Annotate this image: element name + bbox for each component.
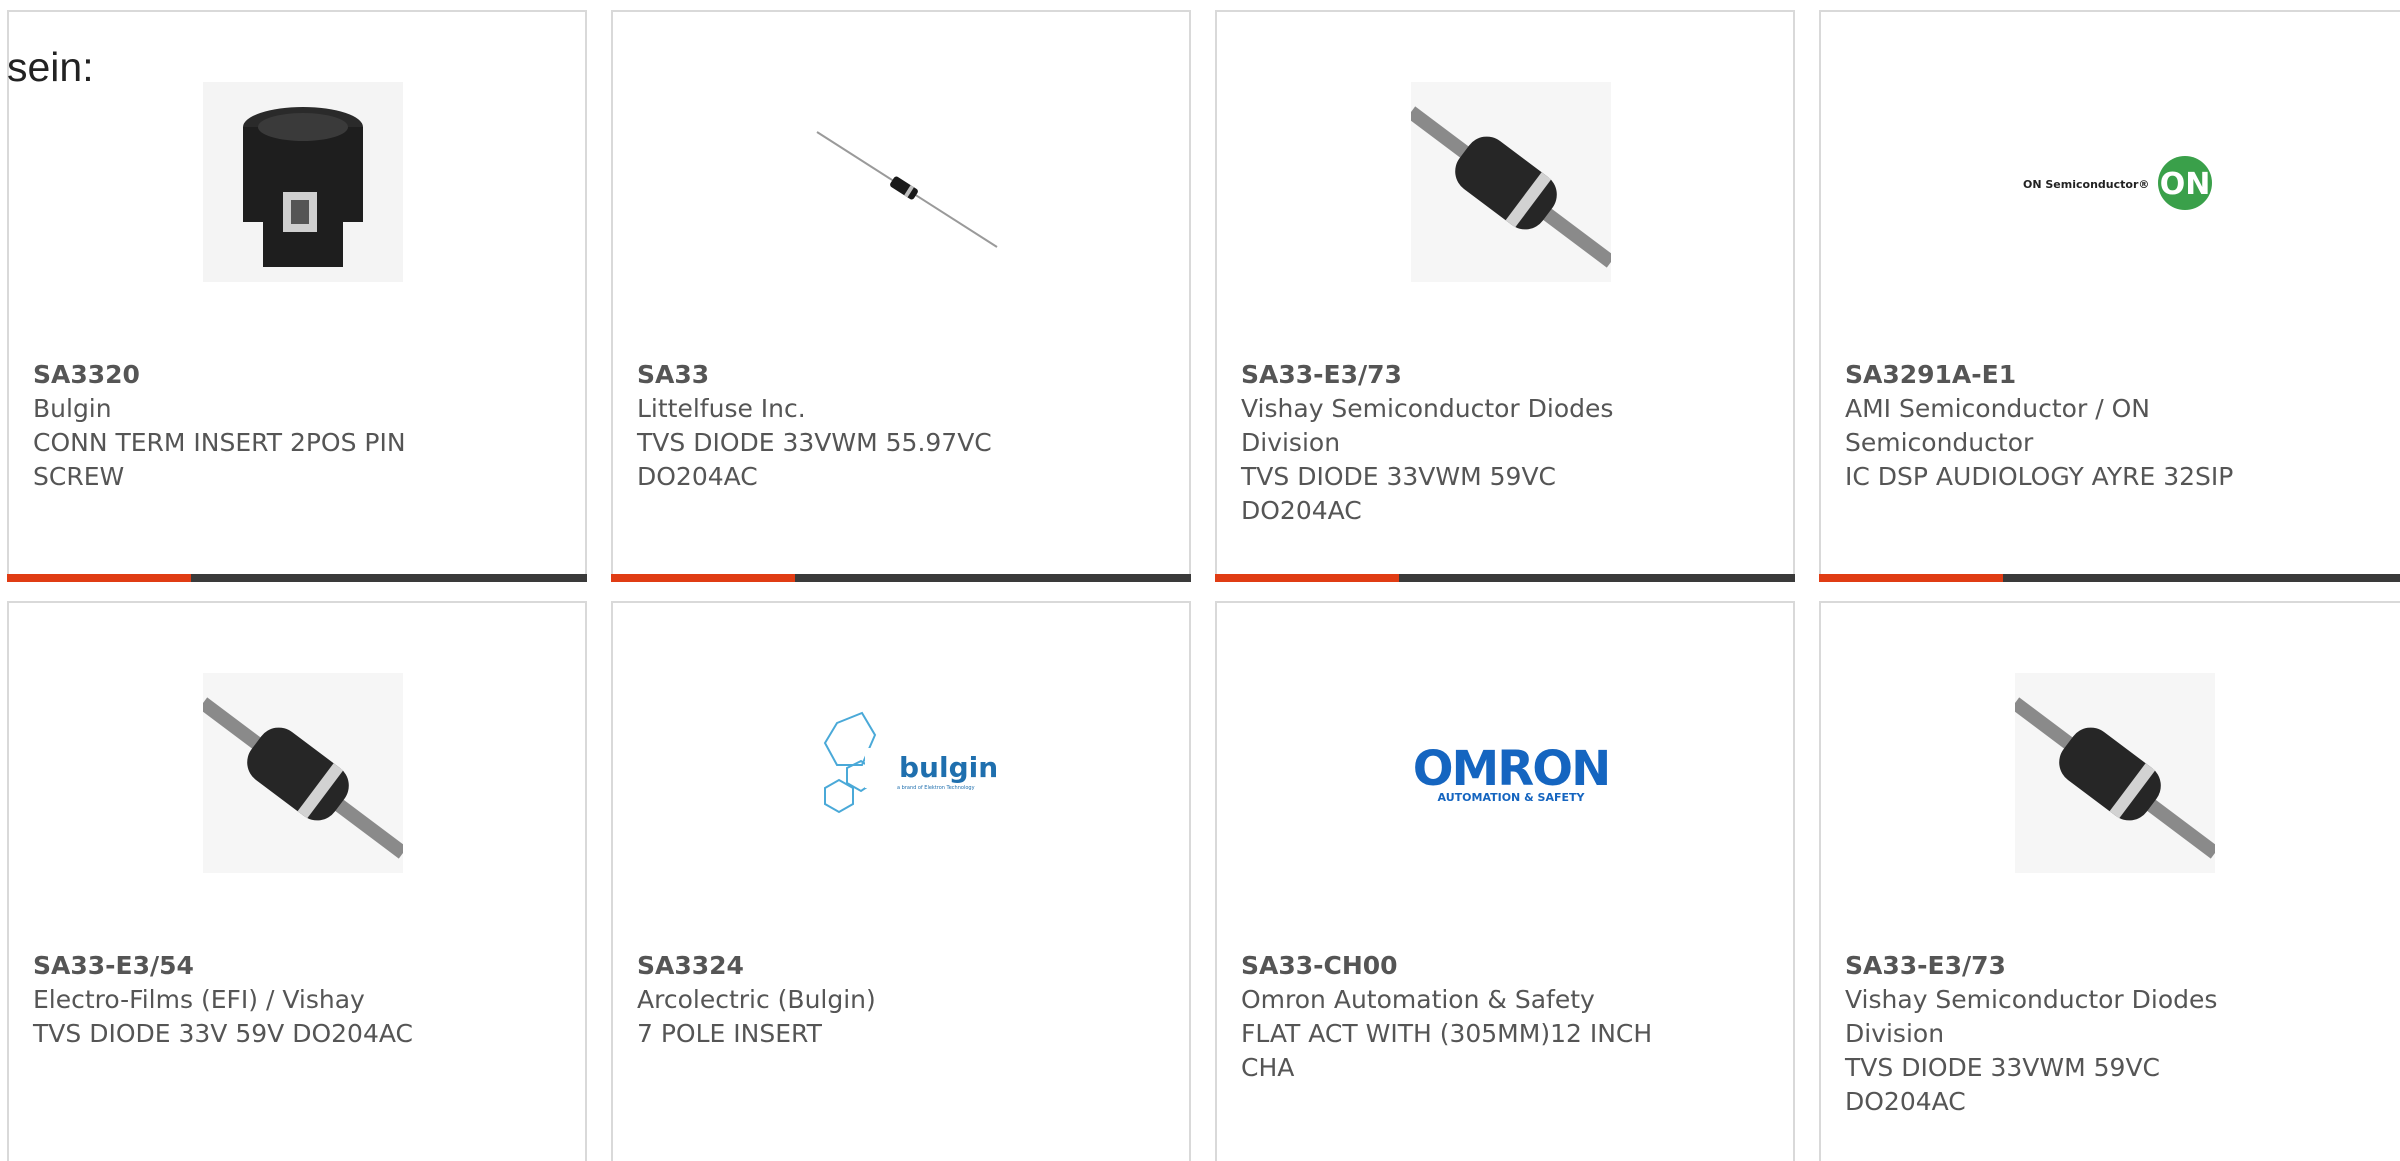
product-info: SA33-E3/54 Electro-Films (EFI) / Vishay … (33, 949, 453, 1051)
description: TVS DIODE 33VWM 59VC DO204AC (1241, 462, 1557, 525)
card-bar (1215, 574, 1795, 582)
manufacturer: Omron Automation & Safety (1241, 985, 1595, 1014)
product-info: SA3291A-E1 AMI Semiconductor / ON Semico… (1845, 358, 2265, 494)
card-bar (7, 574, 587, 582)
card-bar-accent (1215, 574, 1399, 582)
product-card[interactable]: SA33 Littelfuse Inc. TVS DIODE 33VWM 55.… (611, 10, 1191, 582)
part-number[interactable]: SA33-E3/54 (33, 949, 453, 983)
axial-diode-icon (1411, 82, 1611, 282)
card-bar (1819, 574, 2400, 582)
product-info: SA33-CH00 Omron Automation & Safety FLAT… (1241, 949, 1661, 1085)
product-card[interactable]: bulgin a brand of Elektron Technology SA… (611, 601, 1191, 1161)
card-bar-accent (1819, 574, 2003, 582)
product-card[interactable]: SA33-E3/73 Vishay Semiconductor Diodes D… (1819, 601, 2400, 1161)
manufacturer: Arcolectric (Bulgin) (637, 985, 876, 1014)
description: 7 POLE INSERT (637, 1019, 822, 1048)
product-info: SA33 Littelfuse Inc. TVS DIODE 33VWM 55.… (637, 358, 1057, 494)
connector-insert-icon (203, 82, 403, 282)
product-info: SA33-E3/73 Vishay Semiconductor Diodes D… (1241, 358, 1661, 528)
svg-text:ON Semiconductor®: ON Semiconductor® (2023, 178, 2149, 191)
description: TVS DIODE 33VWM 59VC DO204AC (1845, 1053, 2161, 1116)
description: TVS DIODE 33VWM 55.97VC DO204AC (637, 428, 992, 491)
manufacturer: Bulgin (33, 394, 112, 423)
axial-diode-small-icon (807, 82, 1007, 282)
product-info: SA3324 Arcolectric (Bulgin) 7 POLE INSER… (637, 949, 1057, 1051)
description: FLAT ACT WITH (305MM)12 INCH CHA (1241, 1019, 1653, 1082)
description: IC DSP AUDIOLOGY AYRE 32SIP (1845, 462, 2234, 491)
product-info: SA3320 Bulgin CONN TERM INSERT 2POS PIN … (33, 358, 453, 494)
svg-text:a brand of Elektron Technology: a brand of Elektron Technology (897, 785, 975, 791)
product-card[interactable]: ON Semiconductor® ON SA3291A-E1 AMI Semi… (1819, 10, 2400, 582)
bulgin-logo: bulgin a brand of Elektron Technology (807, 673, 1007, 873)
product-card[interactable]: SA3320 Bulgin CONN TERM INSERT 2POS PIN … (7, 10, 587, 582)
product-card[interactable]: SA33-E3/54 Electro-Films (EFI) / Vishay … (7, 601, 587, 1161)
part-number[interactable]: SA3291A-E1 (1845, 358, 2265, 392)
part-number[interactable]: SA3324 (637, 949, 1057, 983)
omron-logo: OMRON AUTOMATION & SAFETY (1411, 673, 1611, 873)
axial-diode-icon (2015, 673, 2215, 873)
intro-text: sein: (7, 44, 94, 90)
description: CONN TERM INSERT 2POS PIN SCREW (33, 428, 406, 491)
card-bar (611, 574, 1191, 582)
description: TVS DIODE 33V 59V DO204AC (33, 1019, 413, 1048)
card-bar-accent (7, 574, 191, 582)
part-number[interactable]: SA3320 (33, 358, 453, 392)
product-card[interactable]: OMRON AUTOMATION & SAFETY SA33-CH00 Omro… (1215, 601, 1795, 1161)
manufacturer: Vishay Semiconductor Diodes Division (1241, 394, 1614, 457)
part-number[interactable]: SA33 (637, 358, 1057, 392)
svg-text:bulgin: bulgin (899, 751, 998, 784)
part-number[interactable]: SA33-CH00 (1241, 949, 1661, 983)
svg-text:ON: ON (2160, 167, 2211, 202)
manufacturer: Electro-Films (EFI) / Vishay (33, 985, 365, 1014)
product-info: SA33-E3/73 Vishay Semiconductor Diodes D… (1845, 949, 2265, 1119)
on-semiconductor-logo: ON Semiconductor® ON (2015, 82, 2215, 282)
product-card[interactable]: SA33-E3/73 Vishay Semiconductor Diodes D… (1215, 10, 1795, 582)
axial-diode-icon (203, 673, 403, 873)
part-number[interactable]: SA33-E3/73 (1241, 358, 1661, 392)
manufacturer: AMI Semiconductor / ON Semiconductor (1845, 394, 2150, 457)
card-bar-accent (611, 574, 795, 582)
part-number[interactable]: SA33-E3/73 (1845, 949, 2265, 983)
svg-text:OMRON: OMRON (1413, 741, 1610, 797)
svg-text:AUTOMATION & SAFETY: AUTOMATION & SAFETY (1438, 791, 1586, 804)
manufacturer: Vishay Semiconductor Diodes Division (1845, 985, 2218, 1048)
manufacturer: Littelfuse Inc. (637, 394, 806, 423)
